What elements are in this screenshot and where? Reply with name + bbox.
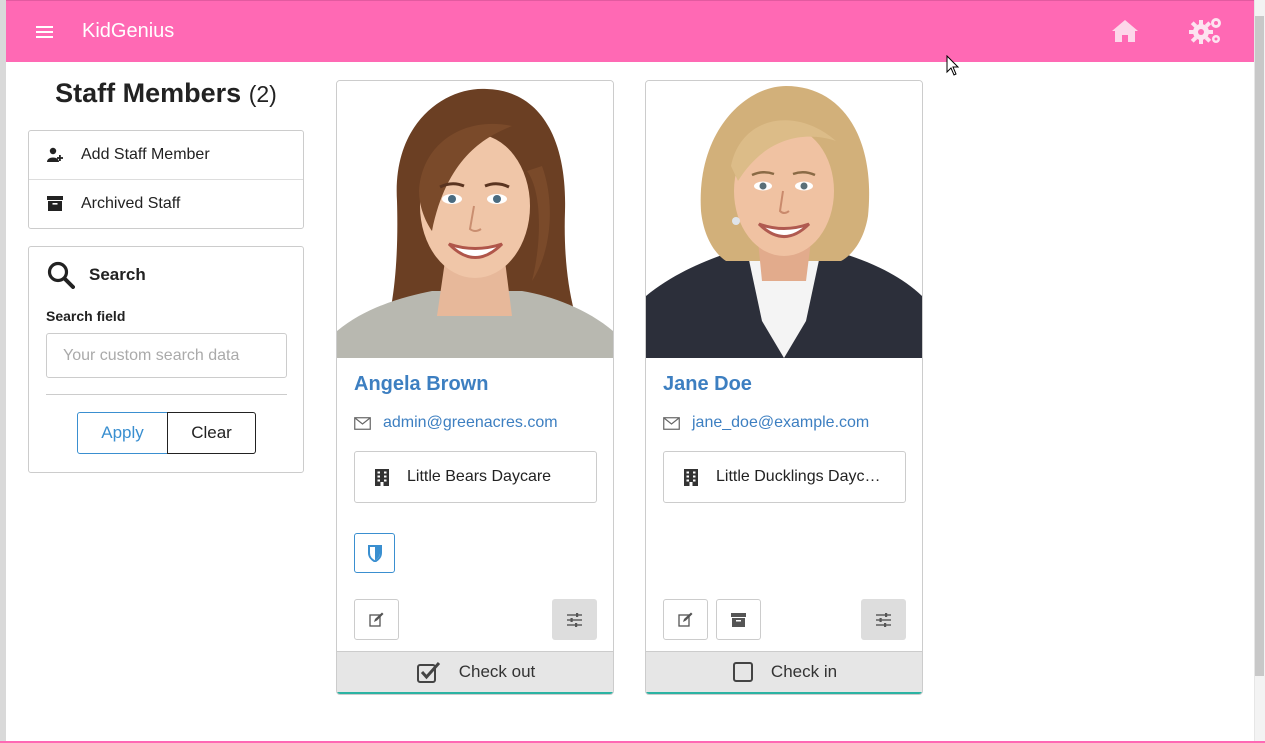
hamburger-menu-icon[interactable] [36, 26, 53, 40]
staff-count: (2) [248, 81, 277, 107]
search-divider [46, 394, 287, 395]
staff-card: Jane Doe jane_doe@example.com Little Duc… [645, 80, 923, 695]
gears-icon[interactable] [1188, 15, 1224, 47]
archive-staff-button[interactable] [716, 599, 761, 640]
admin-role-button[interactable] [354, 533, 395, 573]
archived-staff-item[interactable]: Archived Staff [29, 179, 303, 227]
apply-button[interactable]: Apply [77, 412, 168, 454]
staff-menu: Add Staff Member Archived Staff [28, 130, 304, 229]
staff-photo[interactable] [646, 81, 922, 358]
scrollbar-thumb[interactable] [1255, 16, 1264, 676]
building-icon [684, 468, 698, 486]
edit-button[interactable] [663, 599, 708, 640]
staff-name[interactable]: Angela Brown [354, 373, 488, 396]
shield-icon [367, 544, 382, 562]
edit-icon [369, 612, 384, 627]
staff-settings-button[interactable] [861, 599, 906, 640]
search-panel: Search Search field Apply Clear [28, 246, 304, 473]
search-header: Search [47, 261, 146, 289]
add-user-icon [47, 147, 63, 162]
search-input[interactable] [46, 333, 287, 378]
envelope-icon [663, 416, 680, 430]
envelope-icon [354, 416, 371, 430]
check-out-label: Check out [458, 662, 536, 681]
page-title-text: Staff Members [55, 78, 242, 108]
staff-photo[interactable] [337, 81, 613, 358]
check-in-label: Check in [770, 662, 838, 681]
staff-settings-button[interactable] [552, 599, 597, 640]
app-brand[interactable]: KidGenius [82, 20, 174, 43]
staff-email-row: admin@greenacres.com [354, 414, 558, 432]
staff-location-name: Little Ducklings Daycare [716, 468, 886, 485]
add-staff-member-item[interactable]: Add Staff Member [29, 131, 303, 179]
staff-location[interactable]: Little Bears Daycare [354, 451, 597, 503]
checked-checkbox-icon [416, 662, 440, 683]
unchecked-checkbox-icon [732, 662, 753, 682]
search-title: Search [89, 265, 146, 284]
window-left-edge [0, 0, 6, 743]
archived-staff-label: Archived Staff [81, 194, 181, 212]
home-icon[interactable] [1111, 18, 1139, 44]
archive-icon [731, 612, 746, 627]
staff-location-name: Little Bears Daycare [407, 468, 552, 485]
building-icon [375, 468, 389, 486]
top-navbar: KidGenius [6, 0, 1254, 62]
clear-button[interactable]: Clear [167, 412, 256, 454]
add-staff-member-label: Add Staff Member [81, 146, 210, 163]
staff-card: Angela Brown admin@greenacres.com Little… [336, 80, 614, 695]
archive-icon [47, 196, 63, 211]
vertical-scrollbar[interactable] [1254, 0, 1265, 743]
search-button-group: Apply Clear [77, 412, 256, 454]
staff-email[interactable]: jane_doe@example.com [692, 414, 869, 432]
staff-email-row: jane_doe@example.com [663, 414, 869, 432]
search-icon [47, 261, 75, 289]
staff-email[interactable]: admin@greenacres.com [383, 414, 558, 432]
page-title: Staff Members (2) [28, 78, 304, 109]
edit-icon [678, 612, 693, 627]
search-field-label: Search field [46, 308, 126, 324]
edit-button[interactable] [354, 599, 399, 640]
sliders-icon [567, 612, 582, 627]
staff-location[interactable]: Little Ducklings Daycare [663, 451, 906, 503]
mouse-cursor-icon [946, 55, 960, 76]
staff-name[interactable]: Jane Doe [663, 373, 752, 396]
check-out-button[interactable]: Check out [337, 651, 613, 694]
sliders-icon [876, 612, 891, 627]
check-in-button[interactable]: Check in [646, 651, 922, 694]
